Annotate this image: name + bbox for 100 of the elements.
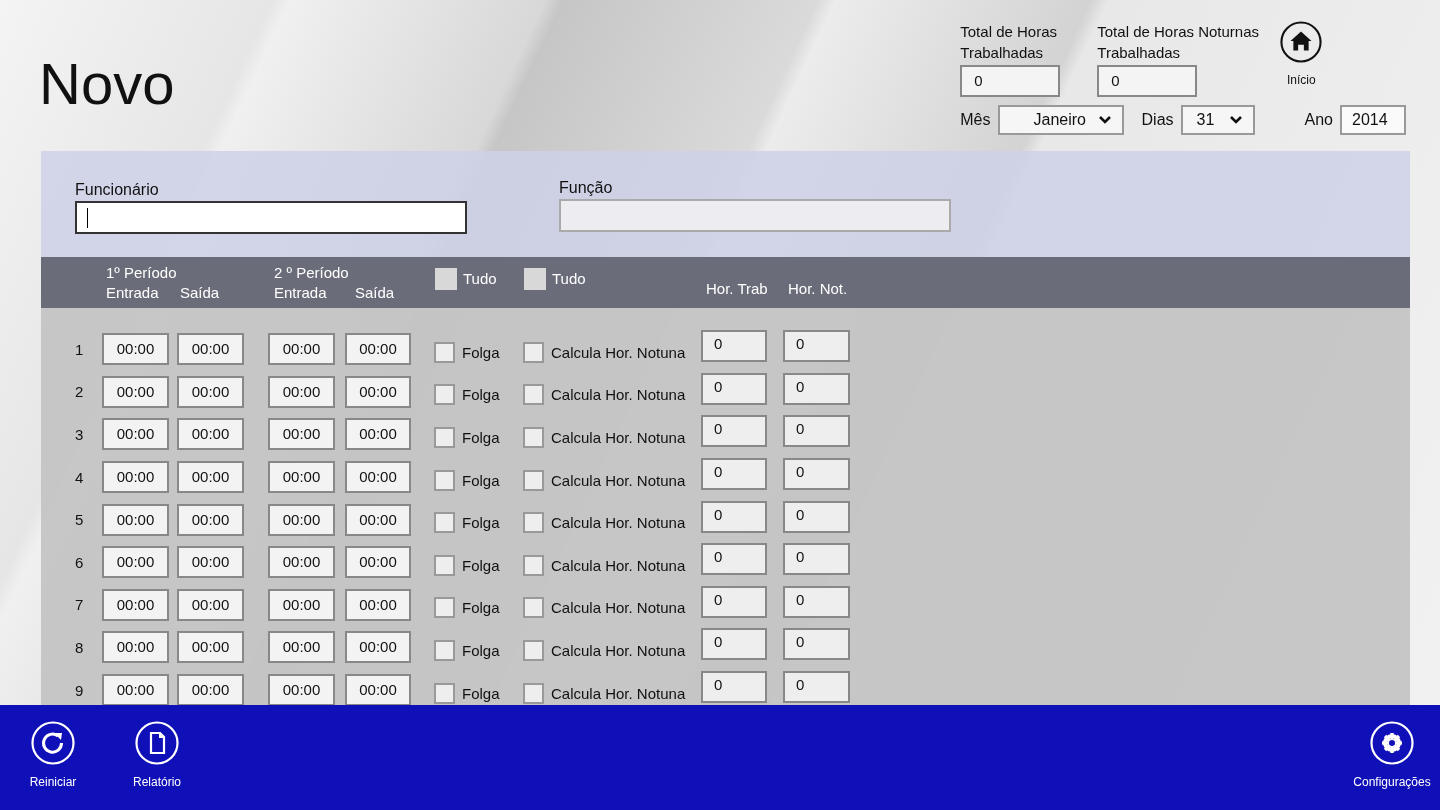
checkbox-label: Tudo bbox=[463, 270, 497, 287]
checkbox[interactable] bbox=[523, 427, 544, 448]
month-dropdown[interactable]: Janeiro bbox=[997, 105, 1124, 135]
checkbox[interactable] bbox=[434, 384, 455, 406]
checkbox-label: Folga bbox=[462, 386, 500, 404]
checkbox[interactable] bbox=[523, 512, 544, 534]
checkbox-label: Calcula Hor. Notuna bbox=[551, 386, 686, 404]
hours-field[interactable]: 0 bbox=[701, 671, 767, 704]
time-field[interactable]: 00:00 bbox=[345, 503, 411, 536]
time-field[interactable]: 00:00 bbox=[345, 375, 411, 408]
time-field[interactable]: 00:00 bbox=[177, 674, 244, 705]
time-field[interactable]: 00:00 bbox=[345, 333, 411, 366]
days-dropdown[interactable]: 31 bbox=[1180, 105, 1255, 135]
checkbox[interactable] bbox=[434, 512, 455, 534]
page-title: Novo bbox=[39, 55, 175, 118]
checkbox-label: Folga bbox=[462, 514, 500, 532]
hours-field[interactable]: 0 bbox=[783, 415, 850, 448]
time-field[interactable]: 00:00 bbox=[177, 418, 244, 451]
select-all-checkbox[interactable] bbox=[524, 267, 546, 290]
hours-field[interactable]: 0 bbox=[701, 458, 767, 491]
checkbox-label: Calcula Hor. Notuna bbox=[551, 471, 686, 489]
checkbox[interactable] bbox=[434, 682, 455, 704]
time-field[interactable]: 00:00 bbox=[177, 546, 244, 579]
hours-field[interactable]: 0 bbox=[783, 330, 850, 363]
time-field[interactable]: 00:00 bbox=[345, 546, 411, 579]
time-field[interactable]: 00:00 bbox=[102, 674, 169, 705]
time-field[interactable]: 00:00 bbox=[268, 333, 335, 366]
checkbox[interactable] bbox=[523, 682, 544, 704]
time-field[interactable]: 00:00 bbox=[268, 375, 335, 408]
hours-field[interactable]: 0 bbox=[783, 671, 850, 704]
time-field[interactable]: 00:00 bbox=[268, 631, 335, 664]
time-field[interactable]: 00:00 bbox=[268, 503, 335, 536]
hours-field[interactable]: 0 bbox=[783, 372, 850, 405]
time-field[interactable]: 00:00 bbox=[177, 375, 244, 408]
checkbox[interactable] bbox=[434, 639, 455, 661]
time-field[interactable]: 00:00 bbox=[268, 674, 335, 705]
hours-field[interactable]: 0 bbox=[783, 458, 850, 491]
day-number: 4 bbox=[74, 468, 85, 486]
checkbox[interactable] bbox=[523, 469, 544, 491]
time-field[interactable]: 00:00 bbox=[177, 631, 244, 664]
time-field[interactable]: 00:00 bbox=[345, 631, 411, 664]
time-field[interactable]: 00:00 bbox=[345, 461, 411, 494]
time-field[interactable]: 00:00 bbox=[102, 631, 169, 664]
hours-field[interactable]: 0 bbox=[701, 585, 767, 618]
time-field[interactable]: 00:00 bbox=[345, 588, 411, 621]
hours-field[interactable]: 0 bbox=[701, 372, 767, 405]
time-field[interactable]: 00:00 bbox=[102, 546, 169, 579]
checkbox[interactable] bbox=[434, 341, 455, 363]
time-field[interactable]: 00:00 bbox=[102, 461, 169, 494]
checkbox[interactable] bbox=[523, 384, 544, 406]
reset-button[interactable]: Reiniciar bbox=[1, 705, 105, 810]
employee-field[interactable] bbox=[75, 201, 467, 234]
settings-button[interactable]: Configurações bbox=[1344, 705, 1440, 810]
hours-field[interactable]: 0 bbox=[783, 628, 850, 661]
chevron-down-icon bbox=[1097, 115, 1112, 125]
time-field[interactable]: 00:00 bbox=[268, 418, 335, 451]
checkbox[interactable] bbox=[523, 597, 544, 619]
column-header: Hor. Trab bbox=[705, 280, 769, 297]
checkbox[interactable] bbox=[434, 554, 455, 576]
checkbox[interactable] bbox=[434, 427, 455, 448]
report-button[interactable]: Relatório bbox=[105, 705, 209, 810]
hours-field[interactable]: 0 bbox=[701, 415, 767, 448]
checkbox[interactable] bbox=[434, 597, 455, 619]
column-header: Entrada bbox=[106, 284, 160, 301]
time-field[interactable]: 00:00 bbox=[102, 375, 169, 408]
hours-field[interactable]: 0 bbox=[783, 585, 850, 618]
day-number: 3 bbox=[74, 426, 85, 443]
hours-field[interactable]: 0 bbox=[783, 543, 850, 576]
hours-field[interactable]: 0 bbox=[701, 628, 767, 661]
time-field[interactable]: 00:00 bbox=[102, 588, 169, 621]
checkbox-label: Calcula Hor. Notuna bbox=[551, 641, 686, 659]
select-all-checkbox[interactable] bbox=[435, 267, 457, 290]
days-label: Dias bbox=[1141, 111, 1174, 129]
time-field[interactable]: 00:00 bbox=[102, 503, 169, 536]
year-field[interactable]: 2014 bbox=[1340, 105, 1406, 135]
hours-field[interactable]: 0 bbox=[701, 330, 767, 363]
time-field[interactable]: 00:00 bbox=[268, 588, 335, 621]
time-field[interactable]: 00:00 bbox=[268, 546, 335, 579]
checkbox[interactable] bbox=[523, 639, 544, 661]
time-field[interactable]: 00:00 bbox=[268, 461, 335, 494]
hours-field[interactable]: 0 bbox=[701, 543, 767, 576]
refresh-icon bbox=[31, 721, 75, 765]
checkbox-label: Folga bbox=[462, 556, 500, 574]
time-field[interactable]: 00:00 bbox=[177, 461, 244, 494]
hours-field[interactable]: 0 bbox=[701, 500, 767, 533]
time-field[interactable]: 00:00 bbox=[345, 418, 411, 451]
checkbox[interactable] bbox=[434, 469, 455, 491]
column-header: Saída bbox=[180, 284, 220, 301]
chevron-down-icon bbox=[1228, 115, 1243, 125]
time-field[interactable]: 00:00 bbox=[102, 333, 169, 366]
hours-field[interactable]: 0 bbox=[783, 500, 850, 533]
checkbox[interactable] bbox=[523, 341, 544, 363]
time-field[interactable]: 00:00 bbox=[177, 503, 244, 536]
time-field[interactable]: 00:00 bbox=[102, 418, 169, 451]
home-icon bbox=[1279, 21, 1324, 63]
time-field[interactable]: 00:00 bbox=[345, 674, 411, 705]
checkbox[interactable] bbox=[523, 554, 544, 576]
time-field[interactable]: 00:00 bbox=[177, 588, 244, 621]
time-field[interactable]: 00:00 bbox=[177, 333, 244, 366]
home-button[interactable]: Início bbox=[1279, 21, 1324, 87]
